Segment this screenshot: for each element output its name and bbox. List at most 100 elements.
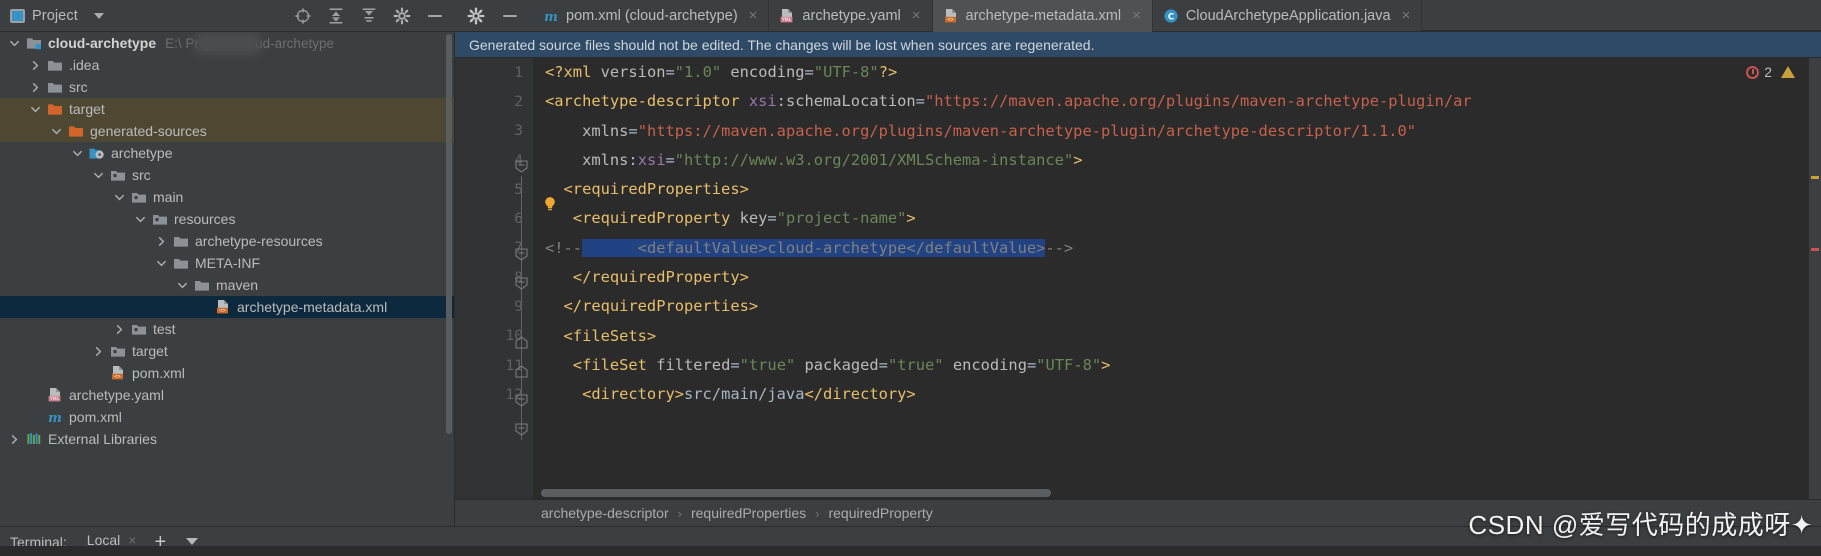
horizontal-scrollbar-track[interactable] — [541, 489, 1807, 497]
tree-item[interactable]: .idea — [0, 54, 454, 76]
tree-item[interactable]: archetype — [0, 142, 454, 164]
close-icon[interactable]: × — [1132, 8, 1141, 23]
editor-tab[interactable]: C CloudArchetypeApplication.java × — [1153, 0, 1423, 31]
code-line[interactable]: <?xml version="1.0" encoding="UTF-8"?> — [545, 58, 1821, 87]
code-token: encoding — [730, 63, 805, 81]
editor-tab[interactable]: YML archetype.yaml × — [769, 0, 933, 31]
stripe-marker-warning[interactable] — [1811, 176, 1819, 179]
tree-item[interactable]: META-INF — [0, 252, 454, 274]
tree-item[interactable]: <> archetype-metadata.xml — [0, 296, 454, 318]
tree-item[interactable]: External Libraries — [0, 428, 454, 450]
breadcrumb-item[interactable]: requiredProperties — [691, 505, 806, 521]
chevron-down-icon[interactable] — [134, 213, 147, 226]
tree-arrow-placeholder — [29, 411, 42, 424]
code-line[interactable]: <requiredProperty key="project-name"> — [545, 204, 1821, 233]
chevron-right-icon[interactable] — [8, 433, 21, 446]
tree-item[interactable]: YML archetype.yaml — [0, 384, 454, 406]
tree-scrollbar[interactable] — [446, 34, 452, 434]
collapse-all-icon[interactable] — [327, 7, 345, 25]
tree-item[interactable]: <> pom.xml — [0, 362, 454, 384]
fold-marker-collapse-icon[interactable] — [515, 394, 528, 407]
chevron-down-icon[interactable] — [113, 191, 126, 204]
chevron-down-icon[interactable] — [8, 37, 21, 50]
tree-item[interactable]: archetype-resources — [0, 230, 454, 252]
tree-item[interactable]: resources — [0, 208, 454, 230]
tree-item[interactable]: target — [0, 98, 454, 120]
chevron-down-icon[interactable] — [71, 147, 84, 160]
chevron-right-icon[interactable] — [113, 323, 126, 336]
close-icon[interactable]: × — [1402, 8, 1411, 23]
horizontal-scrollbar-thumb[interactable] — [541, 489, 1051, 497]
close-icon[interactable]: × — [912, 8, 921, 23]
editor-tab[interactable]: m pom.xml (cloud-archetype) × — [533, 0, 770, 31]
close-icon[interactable]: × — [749, 8, 758, 23]
editor-tab-label: archetype-metadata.xml — [965, 7, 1122, 24]
chevron-down-icon[interactable] — [92, 169, 105, 182]
tree-item[interactable]: m pom.xml — [0, 406, 454, 428]
breadcrumb-item[interactable]: archetype-descriptor — [541, 505, 669, 521]
code-content[interactable]: <?xml version="1.0" encoding="UTF-8"?> <a… — [533, 58, 1821, 499]
code-line[interactable]: <directory>src/main/java</directory> — [545, 380, 1821, 409]
code-line[interactable]: <archetype-descriptor xsi:schemaLocation… — [545, 87, 1821, 116]
folder-icon — [48, 61, 62, 71]
fold-marker-collapse-icon[interactable] — [515, 423, 528, 436]
chevron-down-icon[interactable] — [93, 12, 104, 19]
code-line[interactable]: </requiredProperties> — [545, 292, 1821, 321]
code-line[interactable]: <fileSets> — [545, 322, 1821, 351]
chevron-right-icon[interactable] — [29, 59, 42, 72]
code-line[interactable]: <requiredProperties> — [545, 175, 1821, 204]
error-stripe-marker-bar[interactable] — [1809, 58, 1821, 499]
chevron-down-icon[interactable] — [29, 103, 42, 116]
fold-marker-expand-icon[interactable] — [515, 336, 528, 349]
breadcrumb-item[interactable]: requiredProperty — [828, 505, 932, 521]
expand-all-icon[interactable] — [360, 7, 378, 25]
fold-column[interactable] — [511, 58, 533, 499]
chevron-right-icon[interactable] — [29, 81, 42, 94]
code-token: xsi — [637, 150, 666, 169]
tree-item[interactable]: test — [0, 318, 454, 340]
code-line[interactable]: xmlns:xsi="http://www.w3.org/2001/XMLSch… — [545, 146, 1821, 175]
code-line[interactable]: <!-- <defaultValue>cloud-archetype</defa… — [545, 234, 1821, 263]
tree-item[interactable]: generated-sources — [0, 120, 454, 142]
tree-item[interactable]: target — [0, 340, 454, 362]
tree-item-label: archetype-metadata.xml — [237, 299, 388, 315]
chevron-down-icon[interactable] — [50, 125, 63, 138]
tree-item[interactable]: src — [0, 164, 454, 186]
selected-text[interactable]: <defaultValue>cloud-archetype</defaultVa… — [582, 238, 1046, 257]
chevron-right-icon[interactable] — [92, 345, 105, 358]
breadcrumb: archetype-descriptor › requiredProperties ›… — [455, 499, 1821, 526]
yaml-file-icon: YML — [48, 388, 61, 402]
chevron-down-icon[interactable] — [186, 538, 199, 545]
tree-item[interactable]: cloud-archetypeE:\ Projects\cloud-archet… — [0, 32, 454, 54]
chevron-right-icon[interactable] — [155, 235, 168, 248]
tree-item-label: pom.xml — [69, 409, 122, 425]
target-icon[interactable] — [294, 7, 312, 25]
code-token: <?xml — [545, 63, 601, 81]
project-tree-panel[interactable]: cloud-archetypeE:\ Projects\cloud-archet… — [0, 32, 455, 526]
editor-tab[interactable]: <> archetype-metadata.xml × — [932, 0, 1153, 32]
code-editor[interactable]: 1 2 3 4 5 6 7 8 9 10 11 12 <?xml version… — [455, 58, 1821, 499]
code-token: : — [628, 150, 638, 169]
editor-gutter[interactable]: 1 2 3 4 5 6 7 8 9 10 11 12 — [455, 58, 555, 499]
tree-item[interactable]: src — [0, 76, 454, 98]
settings-gear-icon[interactable] — [393, 7, 411, 25]
tree-item[interactable]: main — [0, 186, 454, 208]
code-line[interactable]: xmlns="https://maven.apache.org/plugins/… — [545, 117, 1821, 146]
chevron-down-icon[interactable] — [155, 257, 168, 270]
fold-marker-expand-icon[interactable] — [515, 365, 528, 378]
code-line[interactable]: </requiredProperty> — [545, 263, 1821, 292]
tree-item[interactable]: maven — [0, 274, 454, 296]
fold-marker-collapse-icon[interactable] — [515, 248, 528, 261]
chevron-down-icon[interactable] — [176, 279, 189, 292]
settings-gear-icon[interactable] — [467, 6, 485, 25]
fold-marker-collapse-icon[interactable] — [515, 160, 528, 173]
inspection-status-widget[interactable]: 2 — [1746, 64, 1795, 80]
hide-icon[interactable] — [426, 7, 444, 25]
stripe-marker-error[interactable] — [1811, 248, 1819, 251]
fold-marker-collapse-icon[interactable] — [515, 277, 528, 290]
minimize-icon[interactable] — [501, 7, 519, 25]
code-line[interactable]: <fileSet filtered="true" packaged="true"… — [545, 351, 1821, 380]
project-tool-window-selector[interactable]: Project — [0, 8, 104, 24]
